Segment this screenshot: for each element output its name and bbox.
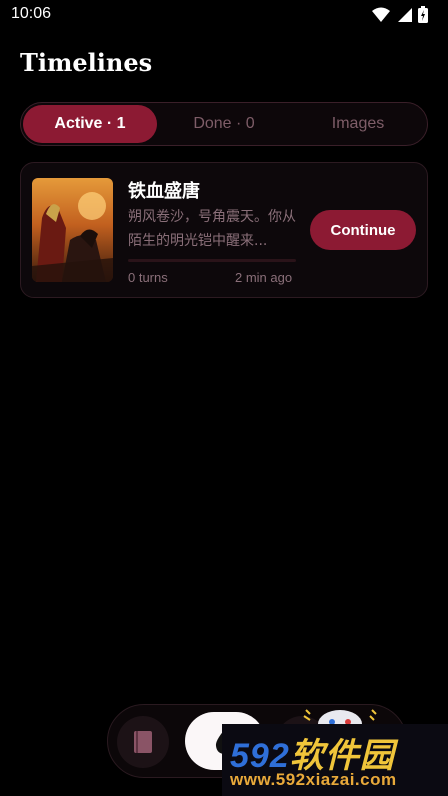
nav-book-button[interactable]	[117, 716, 169, 768]
page-title: Timelines	[20, 48, 153, 77]
timeline-time-ago: 2 min ago	[235, 270, 293, 285]
continue-button[interactable]: Continue	[310, 210, 416, 250]
status-icons	[372, 6, 428, 23]
timeline-turns: 0 turns	[128, 270, 168, 285]
watermark-url: www.592xiazai.com	[230, 770, 397, 789]
timeline-progress	[128, 259, 296, 262]
timeline-description: 朔风卷沙，号角震天。你从陌生的明光铠中醒来...	[128, 209, 296, 249]
wifi-icon	[372, 7, 390, 22]
timeline-tabs: Active · 1 Done · 0 Images	[20, 102, 428, 146]
watermark: 592软件园 www.592xiazai.com	[222, 724, 448, 796]
book-icon	[134, 731, 152, 753]
status-time: 10:06	[11, 5, 52, 22]
tab-done[interactable]: Done · 0	[157, 105, 291, 143]
timeline-card[interactable]: 铁血盛唐 朔风卷沙，号角震天。你从陌生的明光铠中醒来... 0 turns 2 …	[20, 162, 428, 298]
battery-icon	[418, 6, 428, 23]
tab-active[interactable]: Active · 1	[23, 105, 157, 143]
timeline-thumbnail	[32, 178, 113, 282]
timeline-title: 铁血盛唐	[128, 181, 200, 202]
status-bar: 10:06	[0, 0, 448, 32]
tab-images[interactable]: Images	[291, 105, 425, 143]
signal-icon	[398, 7, 412, 22]
